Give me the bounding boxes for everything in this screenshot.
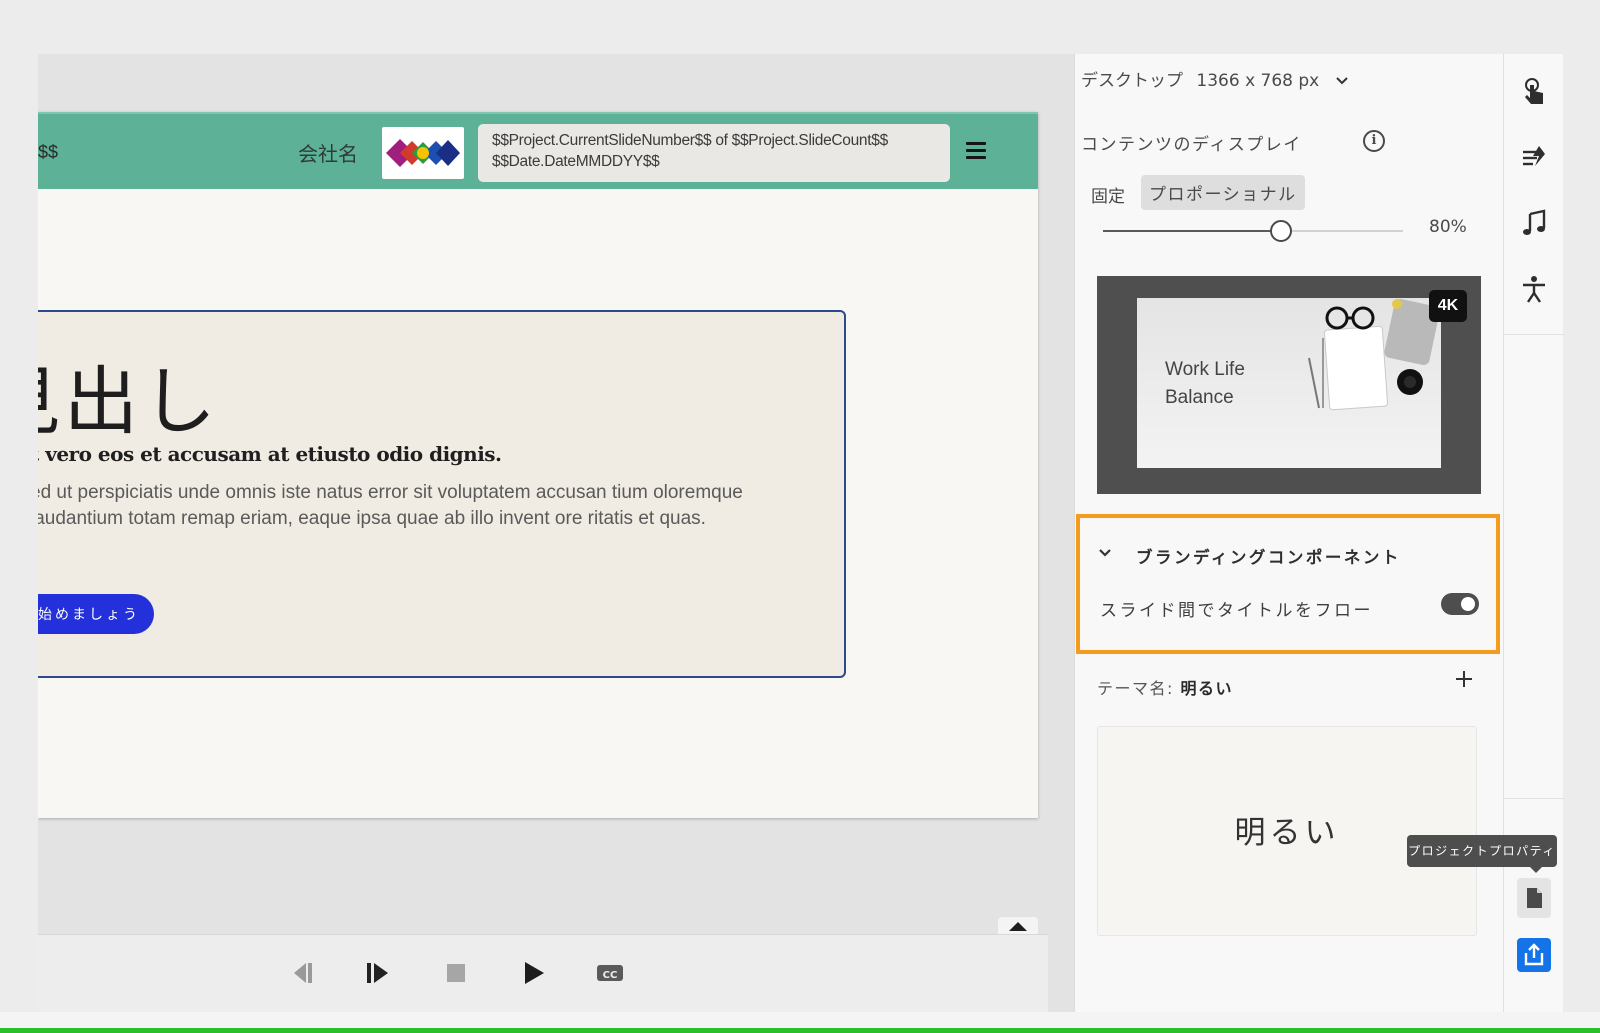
info-icon[interactable]: i bbox=[1363, 130, 1385, 152]
header-partial-variable: $$ bbox=[38, 142, 59, 162]
project-properties-button[interactable] bbox=[1517, 878, 1551, 918]
scale-slider[interactable] bbox=[1103, 220, 1403, 242]
playbar: CC bbox=[38, 934, 1048, 1012]
device-size: 1366 x 768 px bbox=[1196, 71, 1320, 91]
company-logo bbox=[382, 127, 464, 179]
scale-slider-fill bbox=[1103, 230, 1281, 232]
svg-text:CC: CC bbox=[603, 970, 618, 981]
stop-icon[interactable] bbox=[444, 961, 468, 985]
branding-section-title: ブランディングコンポーネント bbox=[1136, 548, 1401, 567]
theme-name: 明るい bbox=[1180, 679, 1234, 698]
scale-slider-thumb[interactable] bbox=[1270, 220, 1292, 242]
previous-icon[interactable] bbox=[288, 961, 316, 985]
add-theme-icon[interactable] bbox=[1453, 668, 1475, 690]
date-variable: $$Date.DateMMDDYY$$ bbox=[492, 153, 660, 170]
device-label: デスクトップ bbox=[1081, 71, 1183, 91]
scale-value: 80% bbox=[1429, 217, 1467, 237]
publish-button[interactable] bbox=[1517, 938, 1551, 972]
theme-label: テーマ名: bbox=[1097, 679, 1174, 698]
slide-number-variable: $$Project.CurrentSlideNumber$$ of $$Proj… bbox=[492, 132, 888, 149]
chevron-down-icon bbox=[1335, 77, 1348, 85]
touch-icon[interactable] bbox=[1519, 76, 1549, 106]
mode-proportional-option[interactable]: プロポーショナル bbox=[1141, 175, 1305, 210]
branding-components-section: ブランディングコンポーネント スライド間でタイトルをフロー bbox=[1076, 514, 1500, 654]
project-properties-tooltip: プロジェクトプロパティ bbox=[1407, 835, 1557, 873]
closed-caption-icon[interactable]: CC bbox=[596, 961, 624, 985]
properties-panel: デスクトップ 1366 x 768 px コンテンツのディスプレイ i 固定 プ… bbox=[1074, 54, 1503, 1012]
theme-name-row: テーマ名: 明るい bbox=[1097, 675, 1233, 699]
hamburger-menu-icon[interactable] bbox=[966, 142, 986, 164]
rail-divider bbox=[1504, 798, 1564, 799]
accessibility-icon[interactable] bbox=[1519, 274, 1549, 304]
get-started-button[interactable]: 始めましょう bbox=[38, 594, 154, 634]
music-icon[interactable] bbox=[1519, 208, 1549, 238]
document-icon bbox=[1527, 888, 1542, 908]
4k-badge: 4K bbox=[1429, 290, 1467, 322]
flow-title-label: スライド間でタイトルをフロー bbox=[1100, 601, 1373, 621]
card-heading: 見出し bbox=[38, 359, 220, 445]
theme-card-bright[interactable]: 明るい bbox=[1097, 726, 1477, 936]
card-subheading: t vero eos et accusam at etiusto odio di… bbox=[38, 442, 502, 466]
window-bottom-accent bbox=[0, 1028, 1600, 1033]
system-variables-field[interactable]: $$Project.CurrentSlideNumber$$ of $$Proj… bbox=[478, 124, 950, 182]
slide[interactable]: $$ 会社名 $$Project.CurrentSlideNumber$$ of… bbox=[38, 112, 1038, 818]
play-icon[interactable] bbox=[522, 961, 546, 985]
content-card[interactable]: 見出し t vero eos et accusam at etiusto odi… bbox=[38, 310, 846, 678]
slide-header: $$ 会社名 $$Project.CurrentSlideNumber$$ of… bbox=[38, 112, 1038, 189]
rail-divider bbox=[1504, 334, 1564, 335]
resolution-preview: Work Life Balance 4K bbox=[1097, 276, 1481, 494]
preview-thumbnail: Work Life Balance bbox=[1137, 298, 1441, 468]
playbar-collapse-icon[interactable] bbox=[998, 917, 1038, 935]
transition-icon[interactable] bbox=[1519, 142, 1549, 172]
card-body-text: ed ut perspiciatis unde omnis iste natus… bbox=[38, 482, 743, 529]
desk-items-illustration bbox=[1308, 298, 1440, 411]
logo-diamonds-icon bbox=[386, 139, 460, 167]
thumbnail-title: Work Life Balance bbox=[1165, 359, 1245, 408]
chevron-down-icon[interactable] bbox=[1098, 546, 1112, 560]
company-name: 会社名 bbox=[298, 142, 358, 166]
window-bottom-strip bbox=[0, 1012, 1600, 1028]
device-selector[interactable]: デスクトップ 1366 x 768 px bbox=[1081, 66, 1349, 91]
content-display-label: コンテンツのディスプレイ bbox=[1081, 135, 1302, 155]
flow-title-toggle[interactable] bbox=[1441, 593, 1479, 615]
next-icon[interactable] bbox=[364, 961, 392, 985]
publish-icon bbox=[1524, 943, 1544, 966]
canvas-stage: $$ 会社名 $$Project.CurrentSlideNumber$$ of… bbox=[38, 54, 1074, 1012]
mode-fixed-option[interactable]: 固定 bbox=[1083, 177, 1133, 212]
